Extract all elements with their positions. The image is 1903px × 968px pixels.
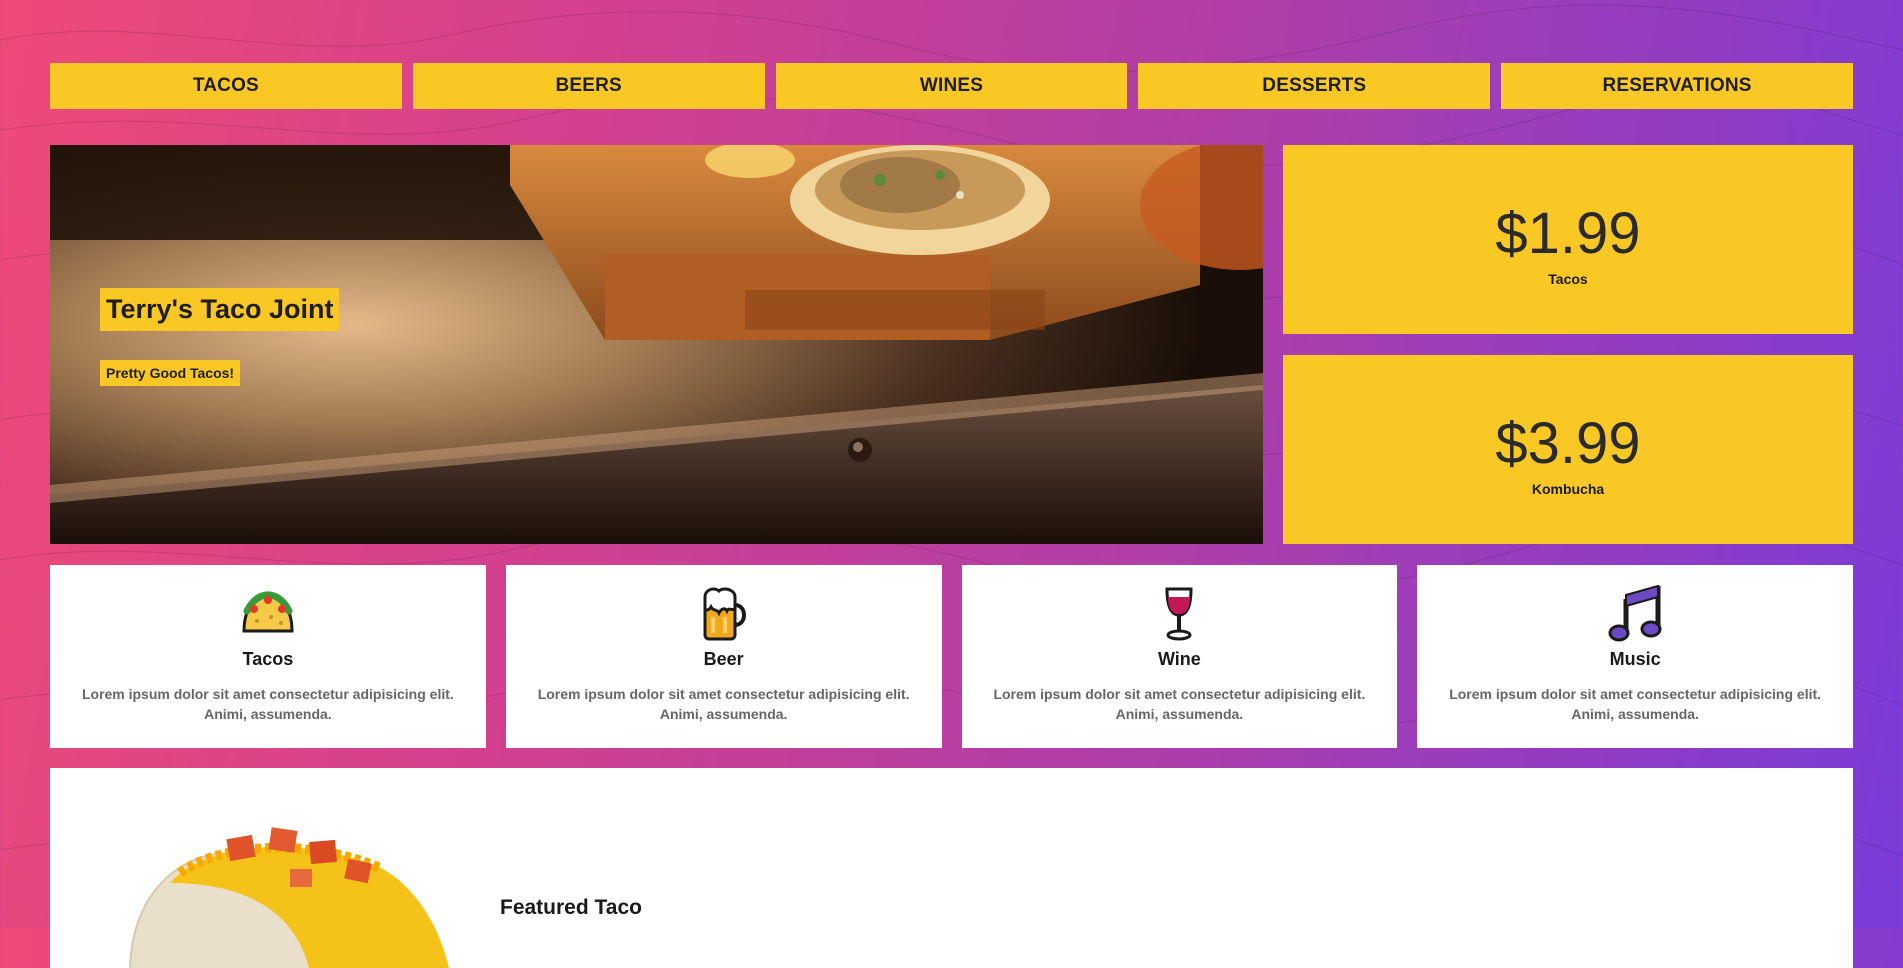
price-card-kombucha: $3.99 Kombucha	[1283, 355, 1853, 544]
feature-title: Beer	[703, 649, 744, 669]
price-label: Tacos	[1548, 271, 1588, 287]
feature-description: Lorem ipsum dolor sit amet consectetur a…	[81, 686, 454, 722]
wine-icon	[1165, 587, 1193, 641]
hero-image	[50, 145, 1263, 544]
feature-card-tacos: Tacos Lorem ipsum dolor sit amet consect…	[50, 565, 486, 748]
feature-description: Lorem ipsum dolor sit amet consectetur a…	[993, 686, 1366, 722]
price-card-tacos: $1.99 Tacos	[1283, 145, 1853, 334]
feature-title: Wine	[1157, 649, 1201, 669]
nav-item-reservations[interactable]: RESERVATIONS	[1501, 63, 1853, 109]
nav-item-desserts[interactable]: DESSERTS	[1138, 63, 1491, 109]
beer-icon	[703, 587, 746, 641]
feature-card-music: Music Lorem ipsum dolor sit amet consect…	[1417, 565, 1853, 748]
site-title: Terry's Taco Joint	[100, 288, 340, 331]
hero-banner: Terry's Taco Joint Pretty Good Tacos!	[50, 145, 1263, 544]
feature-title: Tacos	[242, 649, 294, 669]
price-amount: $1.99	[1495, 201, 1641, 266]
features-row: Tacos Lorem ipsum dolor sit amet consect…	[50, 565, 1853, 748]
music-icon	[1608, 585, 1662, 642]
feature-card-beer: Beer Lorem ipsum dolor sit amet consecte…	[505, 565, 942, 748]
feature-description: Lorem ipsum dolor sit amet consectetur a…	[1449, 686, 1822, 722]
site-tagline: Pretty Good Tacos!	[100, 360, 241, 386]
feature-title: Music	[1609, 649, 1661, 669]
feature-card-wine: Wine Lorem ipsum dolor sit amet consecte…	[961, 565, 1398, 748]
nav-item-beers[interactable]: BEERS	[412, 63, 765, 109]
nav-item-tacos[interactable]: TACOS	[50, 63, 402, 109]
featured-section: Featured Taco	[50, 768, 1853, 968]
featured-taco-image	[129, 827, 449, 968]
price-label: Kombucha	[1531, 481, 1605, 497]
feature-description: Lorem ipsum dolor sit amet consectetur a…	[537, 686, 910, 722]
main-nav: TACOS BEERS WINES DESSERTS RESERVATIONS	[50, 63, 1853, 109]
nav-item-wines[interactable]: WINES	[775, 63, 1128, 109]
price-amount: $3.99	[1495, 411, 1641, 476]
taco-icon	[242, 591, 294, 633]
featured-title: Featured Taco	[500, 896, 642, 919]
